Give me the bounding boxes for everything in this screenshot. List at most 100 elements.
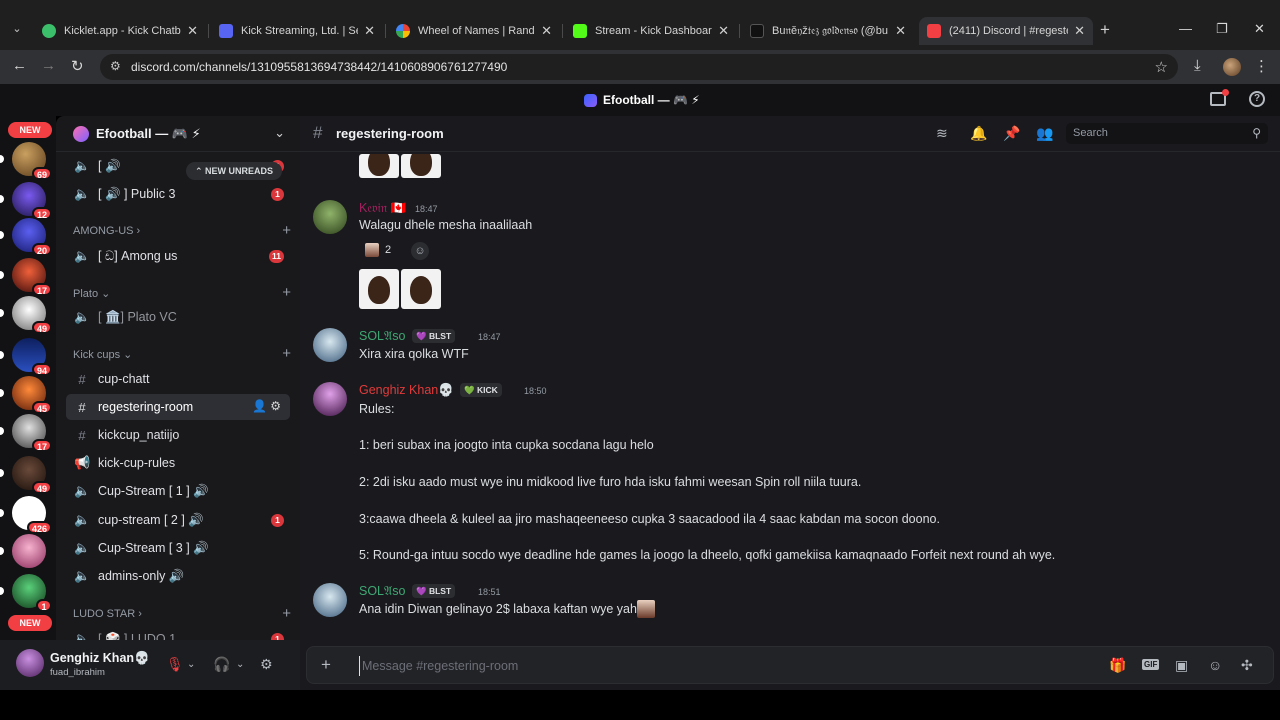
image-attachment[interactable] — [401, 269, 441, 309]
server-icon[interactable]: 20 — [0, 218, 52, 256]
user-settings-gear-icon[interactable]: ⚙ — [260, 656, 273, 673]
category-among-us[interactable]: AMONG-US › + — [73, 222, 291, 240]
guild-tag-badge[interactable]: 💜 BLST — [412, 584, 456, 598]
mute-mic-icon[interactable]: 🎙 — [166, 656, 184, 673]
threads-icon[interactable]: ≋ — [936, 125, 948, 142]
search-box[interactable]: Search ⚲ — [1066, 123, 1268, 144]
browser-tab[interactable]: Wheel of Names | Random ✕ — [388, 17, 560, 45]
new-pill[interactable]: NEW — [8, 122, 52, 138]
voice-channel[interactable]: 🔈 admins-only 🔊 — [66, 563, 290, 589]
server-icon[interactable]: 17 — [0, 414, 52, 452]
message-author[interactable]: SOL𝔄so — [359, 329, 406, 344]
add-channel-icon[interactable]: + — [282, 222, 291, 239]
tab-close-icon[interactable]: ✕ — [895, 23, 906, 39]
audio-options-chevron-icon[interactable]: ⌄ — [236, 659, 244, 670]
voice-channel[interactable]: 🔈 [ 🏛️] Plato VC — [66, 304, 290, 330]
address-bar[interactable]: ⚙ discord.com/channels/13109558136947384… — [100, 54, 1178, 80]
author-avatar[interactable] — [313, 200, 347, 234]
browser-tab[interactable]: Kicklet.app - Kick Chatbot ✕ — [34, 17, 206, 45]
announcement-channel[interactable]: 📢 kick-cup-rules — [66, 450, 290, 476]
new-tab-icon[interactable]: + — [1100, 20, 1110, 40]
gif-icon[interactable]: GIF — [1142, 659, 1160, 670]
reaction-button[interactable]: 2 — [359, 240, 397, 260]
browser-tab[interactable]: Bu𝔫ĕ𝔶ž𝔱𝔢𝔷 𝔤𝔬𝔩𝔡𝔢𝔫𝔰𝔬 (@bu ✕ — [742, 17, 914, 45]
author-avatar[interactable] — [313, 328, 347, 362]
server-icon[interactable]: 426 — [0, 496, 52, 534]
server-icon[interactable]: 94 — [0, 338, 52, 376]
category-kick-cups[interactable]: Kick cups ⌄ + — [73, 345, 291, 363]
forward-icon[interactable]: → — [41, 57, 56, 74]
site-info-icon[interactable]: ⚙ — [110, 59, 121, 73]
mic-options-chevron-icon[interactable]: ⌄ — [187, 659, 195, 670]
user-display-name[interactable]: Genghiz Khan💀 — [50, 651, 150, 666]
user-avatar[interactable] — [16, 649, 44, 677]
message-input[interactable] — [359, 656, 1059, 676]
server-icon[interactable]: 12 — [0, 182, 52, 220]
tab-close-icon[interactable]: ✕ — [718, 23, 729, 39]
text-channel-selected[interactable]: # regestering-room 👤⚙ — [66, 394, 290, 420]
image-attachment[interactable] — [359, 269, 399, 309]
channel-settings-icons[interactable]: 👤⚙ — [252, 399, 284, 413]
apps-icon[interactable]: ✣ — [1241, 657, 1253, 674]
message-author[interactable]: SOL𝔄so — [359, 584, 406, 599]
attach-plus-icon[interactable]: + — [321, 655, 331, 675]
server-icon[interactable]: 69 — [0, 142, 52, 180]
browser-tab-active[interactable]: (2411) Discord | #regesteri ✕ — [919, 17, 1093, 45]
tab-close-icon[interactable]: ✕ — [187, 23, 198, 39]
server-icon[interactable]: 49 — [0, 296, 52, 334]
window-close-icon[interactable]: ✕ — [1254, 21, 1265, 37]
headphones-icon[interactable]: 🎧 — [213, 656, 230, 673]
server-icon[interactable]: 49 — [0, 456, 52, 494]
voice-channel[interactable]: 🔈 cup-stream [ 2 ] 🔊 1 — [66, 507, 290, 533]
browser-tab[interactable]: Stream - Kick Dashboard ✕ — [565, 17, 737, 45]
author-avatar[interactable] — [313, 382, 347, 416]
image-attachment[interactable] — [359, 154, 399, 178]
inbox-icon[interactable] — [1210, 89, 1229, 106]
category-plato[interactable]: Plato ⌄ + — [73, 284, 291, 302]
category-ludo-star[interactable]: LUDO STAR › + — [73, 605, 291, 623]
tab-close-icon[interactable]: ✕ — [541, 23, 552, 39]
chevron-down-icon[interactable]: ⌄ — [274, 125, 285, 141]
minimize-icon[interactable]: — — [1179, 21, 1192, 36]
add-channel-icon[interactable]: + — [282, 345, 291, 362]
server-icon[interactable]: 1 — [0, 574, 52, 612]
voice-channel[interactable]: 🔈 Cup-Stream [ 1 ] 🔊 — [66, 478, 290, 504]
server-icon[interactable]: 17 — [0, 258, 52, 296]
add-channel-icon[interactable]: + — [282, 284, 291, 301]
restore-icon[interactable]: ❐ — [1216, 21, 1228, 37]
reload-icon[interactable]: ↻ — [71, 57, 84, 75]
voice-channel[interactable]: 🔈 Cup-Stream [ 3 ] 🔊 — [66, 535, 290, 561]
browser-menu-icon[interactable]: ⋮ — [1254, 57, 1269, 75]
server-icon[interactable] — [0, 534, 46, 568]
tab-search-icon[interactable]: ⌄ — [6, 18, 28, 40]
guild-tag-badge[interactable]: 💚 KICK — [460, 383, 502, 397]
download-icon[interactable]: ⤓ — [1194, 57, 1201, 74]
voice-channel[interactable]: 🔈 [ 🎲 ] LUDO 1 1 — [66, 626, 290, 640]
server-header[interactable]: Efootball — 🎮 ⚡ ⌄ — [56, 116, 300, 152]
text-channel[interactable]: # cup-chatt — [66, 366, 290, 392]
message-author[interactable]: Genghiz Khan💀 — [359, 383, 454, 398]
author-avatar[interactable] — [313, 583, 347, 617]
gift-icon[interactable]: 🎁 — [1109, 657, 1126, 674]
sticker-icon[interactable]: ▣ — [1175, 657, 1188, 674]
member-list-icon[interactable]: 👥 — [1036, 125, 1053, 142]
url-text[interactable]: discord.com/channels/1310955813694738442… — [131, 60, 507, 74]
back-icon[interactable]: ← — [12, 57, 27, 74]
voice-channel[interactable]: 🔈 [ 🔊 ] Public 3 1 — [66, 181, 290, 207]
profile-avatar[interactable] — [1223, 58, 1241, 76]
new-unreads-pill[interactable]: ⌃ NEW UNREADS — [186, 162, 283, 180]
notification-bell-icon[interactable]: 🔔 — [970, 125, 987, 142]
new-pill[interactable]: NEW — [8, 615, 52, 631]
tab-close-icon[interactable]: ✕ — [1074, 23, 1085, 39]
bookmark-star-icon[interactable]: ☆ — [1155, 58, 1168, 76]
message-author[interactable]: K𝔢𝔳𝔦𝔫 🇨🇦 — [359, 201, 406, 216]
emoji-icon[interactable]: ☺ — [1208, 657, 1222, 673]
image-attachment[interactable] — [401, 154, 441, 178]
server-icon[interactable]: 45 — [0, 376, 52, 414]
guild-tag-badge[interactable]: 💜 BLST — [412, 329, 456, 343]
add-channel-icon[interactable]: + — [282, 605, 291, 622]
add-reaction-icon[interactable]: ☺ — [411, 242, 429, 260]
voice-channel[interactable]: 🔈 [ ඩ] Among us 11 — [66, 243, 290, 269]
pin-icon[interactable]: 📌 — [1003, 125, 1020, 142]
tab-close-icon[interactable]: ✕ — [364, 23, 375, 39]
